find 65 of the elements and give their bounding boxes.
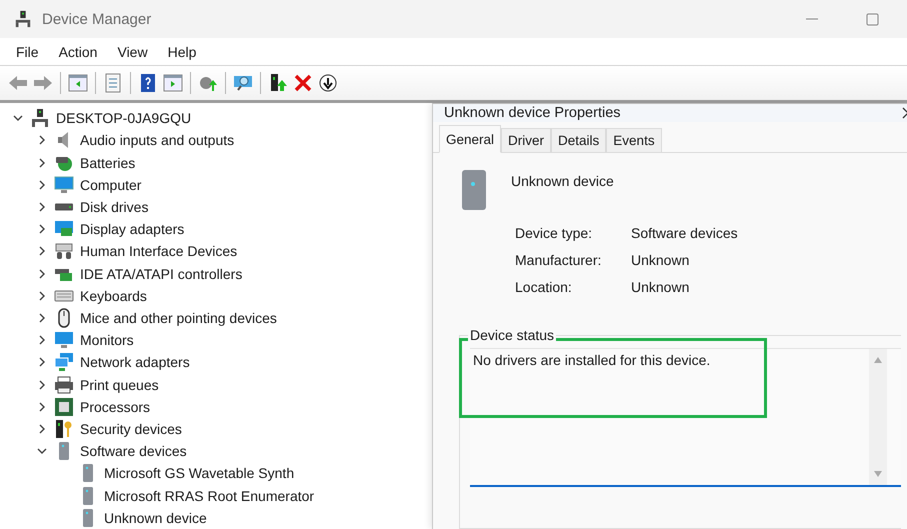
help-icon: [138, 73, 158, 93]
printer-icon: [54, 374, 74, 395]
menu-item[interactable]: Action: [50, 44, 106, 60]
processor-icon: [54, 396, 74, 417]
forward-arrow-icon: [33, 73, 53, 93]
tree-item[interactable]: Processors: [78, 398, 150, 415]
properties-icon: [103, 73, 123, 93]
property-label: Device type:: [515, 225, 594, 241]
tree-item[interactable]: Audio inputs and outputs: [78, 132, 234, 148]
action-pane-icon: [163, 73, 183, 93]
tree-item[interactable]: Security devices: [78, 420, 182, 437]
network-icon: [54, 352, 74, 372]
tree-item[interactable]: Microsoft RRAS Root Enumerator: [102, 488, 314, 504]
tree-item[interactable]: Unknown device: [102, 510, 207, 526]
tree-item[interactable]: Keyboards: [78, 288, 147, 304]
menu-item[interactable]: View: [109, 44, 156, 60]
property-value: Unknown: [631, 279, 690, 295]
tree-item[interactable]: Batteries: [78, 154, 136, 170]
menu-item[interactable]: Help: [160, 44, 204, 60]
uninstall-x-icon: [293, 73, 313, 93]
tree-item[interactable]: Disk drives: [78, 198, 148, 215]
tree-item[interactable]: Display adapters: [78, 221, 184, 238]
security-key-icon: [54, 418, 74, 439]
status-text-area[interactable]: No drivers are installed for this device.: [470, 348, 901, 487]
close-icon: [901, 106, 907, 120]
disk-drive-icon: [54, 202, 74, 211]
computer-network-icon: [30, 108, 50, 128]
property-value: Unknown: [631, 252, 690, 268]
console-tree-icon: [68, 73, 88, 93]
scroll-up-icon: [873, 355, 883, 365]
window-title: Device Manager: [42, 10, 152, 28]
property-label: Location:: [515, 279, 573, 295]
down-arrow-circle-icon: [318, 73, 338, 93]
scan-monitor-icon: [233, 73, 253, 93]
tree-item[interactable]: DESKTOP-0JA9GQU: [54, 110, 192, 126]
dialog-title: Unknown device Properties: [444, 105, 622, 121]
device-manager-icon: [14, 10, 32, 28]
keyboard-mouse-icon: [54, 241, 74, 262]
minimize-icon: [806, 18, 818, 20]
dialog-tab[interactable]: Details: [551, 128, 606, 152]
enable-device-icon: [268, 73, 288, 93]
dialog-tab[interactable]: Events: [606, 128, 662, 152]
property-label: Manufacturer:: [515, 252, 602, 268]
dialog-tab[interactable]: Driver: [501, 128, 552, 152]
scroll-down-icon: [873, 469, 883, 479]
tree-item[interactable]: Mice and other pointing devices: [78, 310, 277, 326]
maximize-icon: [866, 12, 878, 26]
tree-item[interactable]: Microsoft GS Wavetable Synth: [102, 465, 294, 482]
group-legend: Device status: [468, 327, 556, 343]
tree-item[interactable]: Print queues: [78, 376, 159, 393]
tree-item[interactable]: Monitors: [78, 332, 134, 348]
scrollbar[interactable]: [869, 349, 887, 485]
property-value: Software devices: [631, 225, 739, 241]
tree-item[interactable]: Computer: [78, 176, 142, 193]
tree-item[interactable]: Human Interface Devices: [78, 243, 238, 260]
menu-item[interactable]: File: [8, 44, 47, 60]
monitor-icon: [54, 330, 74, 350]
tree-item[interactable]: Software devices: [78, 443, 187, 460]
tree-item[interactable]: Network adapters: [78, 354, 190, 370]
device-tower-icon: [459, 169, 489, 211]
back-arrow-icon: [8, 73, 28, 93]
monitor-icon: [54, 174, 74, 195]
device-name: Unknown device: [511, 173, 614, 189]
dialog-tab[interactable]: General: [439, 125, 502, 153]
tree-item[interactable]: IDE ATA/ATAPI controllers: [78, 266, 242, 282]
